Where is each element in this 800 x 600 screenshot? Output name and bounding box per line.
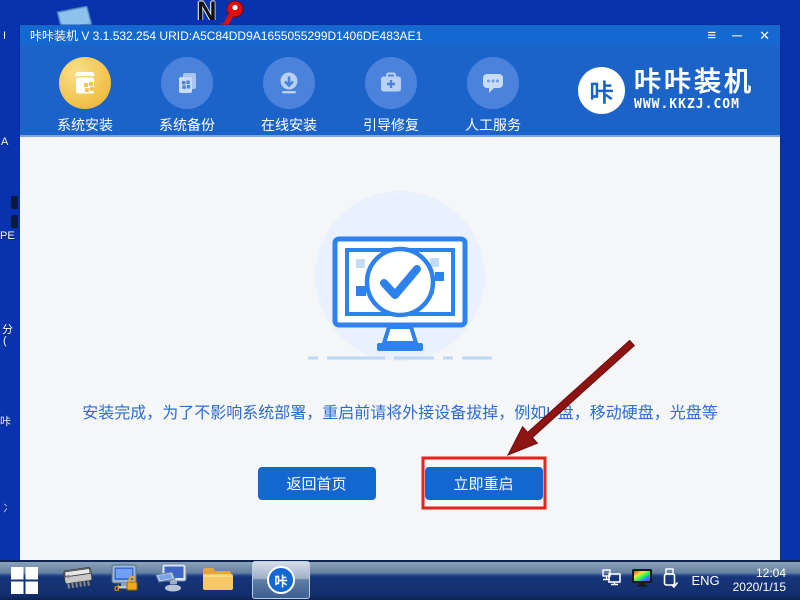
network-icon[interactable]: [602, 569, 622, 591]
window-title: 咔咔装机 V 3.1.532.254 URID:A5C84DD9A1655055…: [30, 28, 423, 43]
memory-chip-icon: [59, 562, 99, 598]
usb-device-icon[interactable]: [662, 567, 679, 593]
minimize-button[interactable]: ─: [732, 28, 742, 42]
windows-logo-icon: [10, 566, 38, 594]
desktop-label-fragment: 咔: [0, 416, 11, 428]
menu-button[interactable]: ≡: [707, 28, 716, 43]
nav-label: 系统备份: [159, 117, 215, 133]
keyboard-monitor-icon: [154, 563, 188, 598]
folder-icon: [201, 564, 233, 597]
desktop-label-fragment: 冫: [3, 503, 14, 515]
nav-label: 引导修复: [363, 117, 419, 133]
chat-bubble-icon: [480, 70, 506, 96]
download-icon: [276, 70, 302, 96]
nav-item-boot-repair[interactable]: 引导修复: [340, 45, 442, 135]
desktop-icon-fragment: [11, 196, 18, 209]
completion-message: 安装完成，为了不影响系统部署，重启前请将外接设备拔掉，例如U盘，移动硬盘，光盘等: [82, 405, 718, 422]
desktop-label-fragment: (: [3, 335, 7, 347]
taskbar-remote-lock-app[interactable]: d: [102, 560, 148, 600]
kaka-app-icon: 咔: [267, 566, 295, 594]
desktop-icon-fragment: [11, 215, 18, 228]
monitor-lock-icon: d: [109, 563, 141, 598]
svg-text:d: d: [114, 583, 120, 593]
clock-time: 12:04: [755, 566, 786, 580]
start-button[interactable]: [0, 560, 48, 600]
monitor-check-icon: [308, 191, 492, 361]
nav-item-human-service[interactable]: 人工服务: [442, 45, 544, 135]
taskbar: d 咔 ENG 12:04 2020/1/15: [0, 560, 800, 600]
nav-item-system-install[interactable]: 系统安装: [34, 45, 136, 135]
titlebar: 咔咔装机 V 3.1.532.254 URID:A5C84DD9A1655055…: [20, 25, 780, 45]
return-home-button[interactable]: 返回首页: [257, 467, 376, 500]
backup-copy-icon: [174, 70, 200, 96]
language-indicator[interactable]: ENG: [691, 573, 719, 588]
nav-item-online-install[interactable]: 在线安装: [238, 45, 340, 135]
brand-logo: 咔 咔咔装机 WWW.KKZJ.COM: [578, 67, 754, 114]
brand-url: WWW.KKZJ.COM: [634, 97, 740, 112]
desktop-label-fragment: A: [1, 136, 9, 148]
brand-logo-icon: 咔: [578, 67, 625, 114]
desktop-label-fragment: PE: [0, 230, 15, 242]
clock-date: 2020/1/15: [732, 580, 786, 594]
taskbar-remote-desktop-app[interactable]: [148, 560, 194, 600]
nav-label: 系统安装: [57, 117, 113, 133]
taskbar-file-explorer[interactable]: [194, 560, 240, 600]
nav-label: 在线安装: [261, 117, 317, 133]
repair-kit-icon: [378, 70, 404, 96]
taskbar-kaka-app-active[interactable]: 咔: [252, 561, 310, 599]
kaka-app-window: 咔咔装机 V 3.1.532.254 URID:A5C84DD9A1655055…: [20, 25, 780, 561]
restart-now-button[interactable]: 立即重启: [424, 467, 543, 500]
system-tray: ENG 12:04 2020/1/15: [602, 566, 800, 594]
display-colors-icon[interactable]: [631, 568, 653, 592]
brand-title: 咔咔装机: [634, 67, 754, 98]
desktop-label-fragment: I: [3, 30, 7, 42]
clock[interactable]: 12:04 2020/1/15: [733, 566, 786, 594]
nav-label: 人工服务: [465, 117, 521, 133]
nav-bar: 系统安装 系统备份 在线安装 引导修复 人工服务 咔 咔咔装机 WWW.KKZJ…: [20, 45, 780, 137]
taskbar-chip-app[interactable]: [56, 560, 102, 600]
main-content: 安装完成，为了不影响系统部署，重启前请将外接设备拔掉，例如U盘，移动硬盘，光盘等…: [20, 137, 780, 559]
close-button[interactable]: ✕: [759, 29, 770, 42]
install-box-icon: [72, 70, 98, 96]
nav-item-system-backup[interactable]: 系统备份: [136, 45, 238, 135]
install-complete-illustration: [290, 187, 510, 370]
